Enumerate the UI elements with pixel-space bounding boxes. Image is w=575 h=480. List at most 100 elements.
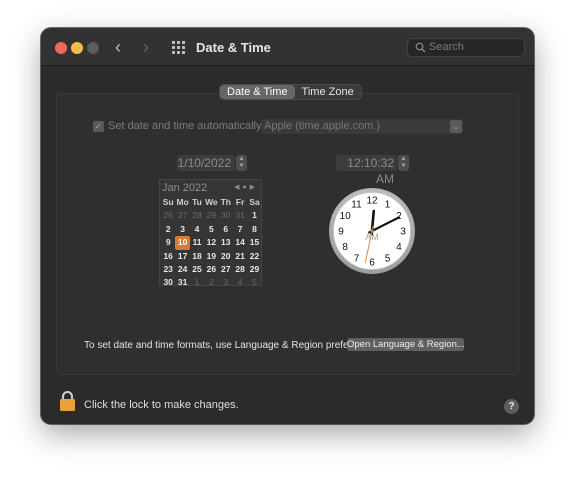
weekday-header: Th [220,197,231,207]
calendar-month-label: Jan 2022 [162,182,208,194]
show-all-grid-icon[interactable] [172,41,185,54]
chevron-down-icon: ⌄ [450,120,462,133]
calendar-day[interactable]: 1 [190,276,204,289]
calendar-day[interactable]: 6 [219,223,233,236]
clock-numeral: 8 [342,242,348,253]
clock-numeral: 7 [354,253,360,264]
close-button[interactable] [55,42,67,54]
clock-numeral: 6 [369,258,375,269]
calendar-day[interactable]: 24 [175,263,189,276]
clock-numeral: 10 [340,211,352,222]
time-stepper[interactable]: ▲ ▼ [398,155,409,171]
lock-message: Click the lock to make changes. [84,399,239,411]
calendar-day[interactable]: 30 [219,209,233,222]
calendar-day[interactable]: 16 [161,250,175,263]
clock-numeral: 5 [385,253,391,264]
clock-numeral: 4 [396,242,402,253]
clock-numeral: 3 [400,227,406,238]
clock-numeral: 1 [385,200,391,211]
search-placeholder: Search [429,41,464,53]
calendar-day[interactable]: 22 [247,250,261,263]
formats-hint: To set date and time formats, use Langua… [84,340,382,351]
calendar-week-row: 16 17 18 19 20 21 22 [161,250,262,263]
calendar-grid: Su Mo Tu We Th Fr Sa 26 27 28 29 30 31 1 2 3 4 5 6 7 8 9 10 11 1… [161,196,262,290]
content-panel [56,93,519,375]
calendar-day[interactable]: 3 [175,223,189,236]
calendar-day[interactable]: 30 [161,276,175,289]
calendar-day[interactable]: 12 [204,236,218,249]
calendar-day[interactable]: 14 [233,236,247,249]
weekday-header: Su [162,197,174,207]
calendar-day[interactable]: 19 [204,250,218,263]
help-button[interactable]: ? [504,399,519,414]
weekday-header: Mo [176,197,189,207]
calendar-week-row: 2345678 [161,223,262,236]
clock-numeral: 11 [351,200,362,211]
calendar-day[interactable]: 2 [204,276,218,289]
calendar-day[interactable]: 4 [233,276,247,289]
calendar-day[interactable]: 17 [175,250,189,263]
open-language-region-button[interactable]: Open Language & Region... [347,338,465,351]
calendar-day[interactable]: 5 [204,223,218,236]
calendar-day[interactable]: 5 [247,276,261,289]
auto-time-label: Set date and time automatically: [108,120,265,132]
date-stepper[interactable]: ▲ ▼ [236,155,247,171]
search-icon [415,42,426,53]
calendar-day[interactable]: 31 [175,276,189,289]
calendar-day[interactable]: 20 [219,250,233,263]
zoom-button[interactable] [87,42,99,54]
calendar-day[interactable]: 23 [161,263,175,276]
clock-numeral: 12 [366,196,378,207]
calendar-day[interactable]: 29 [247,263,261,276]
calendar-day[interactable]: 26 [161,209,175,222]
calendar-day[interactable]: 28 [190,209,204,222]
calendar-day[interactable]: 9 [161,236,175,249]
weekday-header: Sa [249,197,260,207]
calendar-day[interactable]: 18 [190,250,204,263]
calendar-day[interactable]: 26 [204,263,218,276]
calendar-day[interactable]: 27 [219,263,233,276]
lock-icon[interactable] [59,390,76,412]
calendar-weekday-row: Su Mo Tu We Th Fr Sa [161,196,262,209]
calendar-day[interactable]: 1 [247,209,261,222]
time-field[interactable]: 12:10:32 AM [336,155,397,186]
calendar-day[interactable]: 31 [233,209,247,222]
calendar-day[interactable]: 28 [233,263,247,276]
calendar-week-row: 23 24 25 26 27 28 29 [161,263,262,276]
tab-time-zone[interactable]: Time Zone [295,85,361,99]
calendar-day[interactable]: 3 [219,276,233,289]
search-field[interactable]: Search [407,38,525,57]
auto-time-checkbox[interactable]: ✓ [93,121,104,132]
calendar-week-row: 30 31 1 2 3 4 5 [161,276,262,289]
calendar-day[interactable]: 29 [204,209,218,222]
calendar-day[interactable]: 13 [219,236,233,249]
clock-numeral: 9 [338,227,344,238]
calendar-day[interactable]: 10 [175,236,190,250]
forward-chevron-icon[interactable]: › [143,37,149,57]
calendar-day[interactable]: 7 [233,223,247,236]
title-bar: ‹ › Date & Time Search [41,28,534,66]
calendar-day[interactable]: 8 [247,223,261,236]
tab-date-time[interactable]: Date & Time [220,85,295,99]
calendar-day[interactable]: 15 [247,236,261,249]
window-title: Date & Time [196,40,271,55]
tab-bar: Date & Time Time Zone [219,84,362,100]
calendar-day[interactable]: 27 [175,209,189,222]
clock-center-pin [370,229,374,233]
calendar-day[interactable]: 11 [190,236,204,249]
minimize-button[interactable] [71,42,83,54]
weekday-header: Fr [235,197,245,207]
calendar-nav-arrows-icon[interactable]: ◀●▶ [234,183,258,191]
calendar-day[interactable]: 2 [161,223,175,236]
time-server-value: Apple (time.apple.com.) [264,120,381,132]
calendar: Jan 2022 ◀●▶ Su Mo Tu We Th Fr Sa 26 27 28 29 30 31 1… [159,179,262,287]
date-field[interactable]: 1/10/2022 [177,155,235,171]
weekday-header: We [205,197,218,207]
calendar-week-row: 26 27 28 29 30 31 1 [161,209,262,222]
calendar-week-row: 9 10 11 12 13 14 15 [161,236,262,250]
calendar-day[interactable]: 4 [190,223,204,236]
calendar-day[interactable]: 21 [233,250,247,263]
calendar-day[interactable]: 25 [190,263,204,276]
time-server-select[interactable]: Apple (time.apple.com.) ⌄ [261,119,463,134]
back-chevron-icon[interactable]: ‹ [115,37,121,57]
